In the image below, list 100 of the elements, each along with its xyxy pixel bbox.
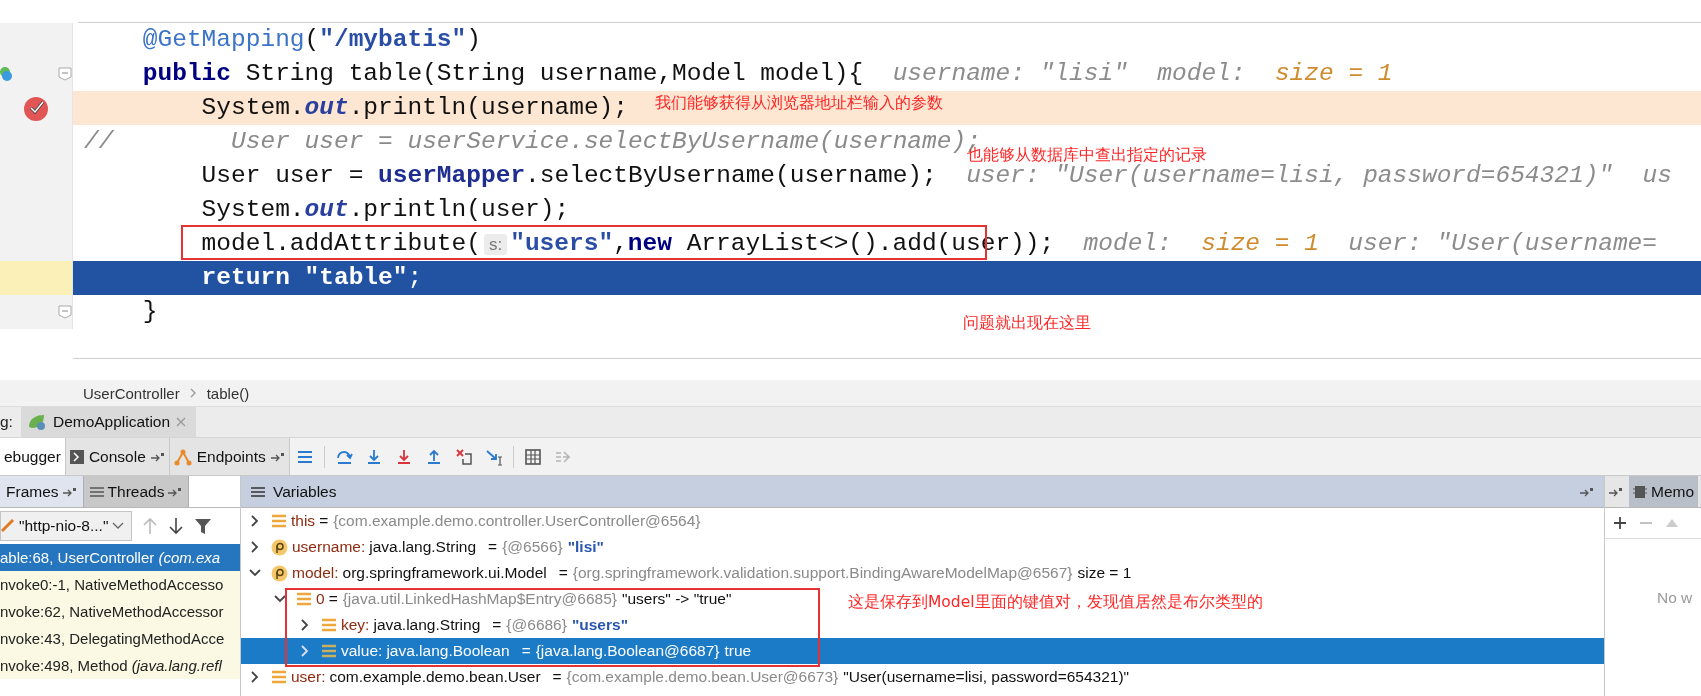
variable-name: username: (292, 538, 366, 556)
object-reference: {@6566} (502, 538, 563, 556)
run-to-cursor-icon[interactable] (484, 447, 503, 466)
breakpoint-icon[interactable] (23, 94, 51, 122)
code-token: } (141, 298, 158, 325)
inline-debug-value: username: "lisi" model: (891, 60, 1247, 87)
variable-row[interactable]: this = {com.example.demo.controller.UserController@6564} (241, 508, 701, 534)
chevron-down-icon[interactable] (274, 593, 286, 605)
code-token: System. (200, 196, 305, 223)
frame-item[interactable]: nvoke:62, NativeMethodAccessor (0, 598, 240, 625)
panel-tab[interactable]: Frames (0, 476, 84, 507)
equals-sign: = (558, 564, 568, 582)
variable-row[interactable]: key: java.lang.String = {@6686} "users" (241, 612, 628, 638)
inline-debug-value: size = 1 (1274, 60, 1393, 87)
chevron-down-icon[interactable] (249, 567, 261, 579)
object-reference: {com.example.demo.controller.UserController@6564} (333, 512, 701, 530)
pin-icon[interactable] (1580, 486, 1594, 497)
breadcrumb-item[interactable]: UserController (83, 384, 180, 402)
variable-type: java.lang.String (373, 616, 481, 634)
lines-icon (251, 485, 265, 498)
parameter-hint: s: (483, 234, 508, 255)
frame-item[interactable]: nvoke:498, Method (java.lang.refl (0, 652, 240, 679)
parameter-icon (271, 538, 288, 556)
variable-name: model: (292, 564, 339, 582)
object-reference: {java.lang.Boolean@6687} (535, 642, 720, 660)
field-icon (271, 669, 287, 685)
code-token: .println(username); (348, 94, 628, 121)
variable-row[interactable]: username: java.lang.String = {@6566} "lisi" (241, 534, 604, 560)
pin-icon[interactable] (270, 451, 285, 462)
lines-icon (89, 485, 104, 498)
empty-message: No w (1657, 589, 1694, 607)
code-token: System. (200, 94, 305, 121)
annotation-note: 我们能够获得从浏览器地址栏输入的参数 (655, 93, 943, 114)
session-tab[interactable]: DemoApplication (20, 407, 197, 437)
variable-value: "users" -> "true" (621, 590, 732, 608)
chevron-right-icon[interactable] (249, 671, 261, 683)
console-icon (69, 449, 84, 464)
inline-debug-value: model: (1082, 230, 1173, 257)
code-token: @GetMapping (141, 26, 305, 53)
pin-icon[interactable] (150, 451, 165, 462)
variable-name: key: (341, 616, 370, 634)
code-token: public (141, 60, 232, 87)
inline-debug-value: user: "User(username= (1347, 230, 1657, 257)
equals-sign: = (552, 668, 562, 686)
object-reference: {@6686} (506, 616, 567, 634)
variable-row[interactable]: 0 = {java.util.LinkedHashMap$Entry@6685} "users" -> "true" (241, 586, 732, 612)
panel-tab[interactable]: Memo (1629, 476, 1699, 507)
variable-name: user: (291, 668, 326, 686)
tool-tab[interactable]: Endpoints (169, 438, 290, 475)
debug-label: g: (0, 413, 13, 431)
variable-name: this (291, 512, 316, 530)
equals-sign: = (492, 616, 502, 634)
code-token: ( (304, 26, 320, 53)
equals-sign: = (521, 642, 531, 660)
frame-item[interactable]: able:68, UserController (com.exa (0, 544, 240, 571)
code-token: out (304, 94, 349, 121)
plus-icon[interactable] (1613, 516, 1627, 530)
thread-dropdown[interactable]: "http-nio-8..." (0, 511, 132, 541)
chevron-right-icon[interactable] (299, 619, 311, 631)
code-token: "/mybatis" (319, 26, 467, 53)
code-token: model.addAttribute( (200, 230, 481, 257)
annotation-note: 问题就出现在这里 (963, 313, 1091, 334)
pin-icon[interactable] (62, 486, 77, 497)
variable-value: "users" (571, 616, 628, 634)
chevron-down-icon (112, 522, 125, 530)
code-token: String table(String username,Model model){ (244, 60, 864, 87)
panel-tab[interactable]: Threads (83, 476, 190, 507)
variable-type: com.example.demo.bean.User (329, 668, 541, 686)
variable-row[interactable]: value: java.lang.Boolean = {java.lang.Boolean@6687} true (241, 638, 1604, 664)
code-token: .println(user); (348, 196, 570, 223)
variable-row[interactable]: model: org.springframework.ui.Model = {org.springframework.validation.support.BindingAwareModelMap@6567} size = 1 (241, 560, 1132, 586)
drop-frame-icon[interactable] (454, 447, 473, 466)
panel-title: Variables (273, 482, 337, 501)
leaf-icon (26, 413, 47, 431)
pin-icon[interactable] (1609, 486, 1623, 497)
chevron-right-icon (189, 388, 197, 398)
parameter-icon (271, 564, 288, 582)
tool-tab[interactable]: ebugger (0, 438, 66, 475)
filter-icon[interactable] (194, 517, 212, 535)
variable-value: size = 1 (1077, 564, 1132, 582)
pin-icon[interactable] (168, 486, 183, 497)
frame-item[interactable]: nvoke0:-1, NativeMethodAccesso (0, 571, 240, 598)
frame-item[interactable]: nvoke:43, DelegatingMethodAcce (0, 625, 240, 652)
code-token: out (304, 196, 349, 223)
tool-tab[interactable]: Console (65, 438, 170, 475)
chevron-right-icon[interactable] (249, 515, 261, 527)
variable-type: java.lang.Boolean (386, 642, 510, 660)
inline-debug-value: size = 1 (1201, 230, 1319, 257)
breadcrumb-item[interactable]: table() (206, 384, 250, 402)
variable-row[interactable]: user: com.example.demo.bean.User = {com.example.demo.bean.User@6673} "User(username=lisi, password=654321)" (241, 664, 1130, 690)
code-token: , (613, 230, 628, 257)
variable-name: 0 (316, 590, 325, 608)
calculator-icon[interactable] (523, 447, 542, 466)
chevron-right-icon[interactable] (249, 541, 261, 553)
code-token: return (200, 264, 290, 291)
nodes-icon (173, 447, 192, 466)
equals-sign: = (488, 538, 498, 556)
code-token: ; (407, 264, 423, 291)
field-icon (271, 513, 287, 529)
down-arrow-icon[interactable] (168, 517, 184, 535)
